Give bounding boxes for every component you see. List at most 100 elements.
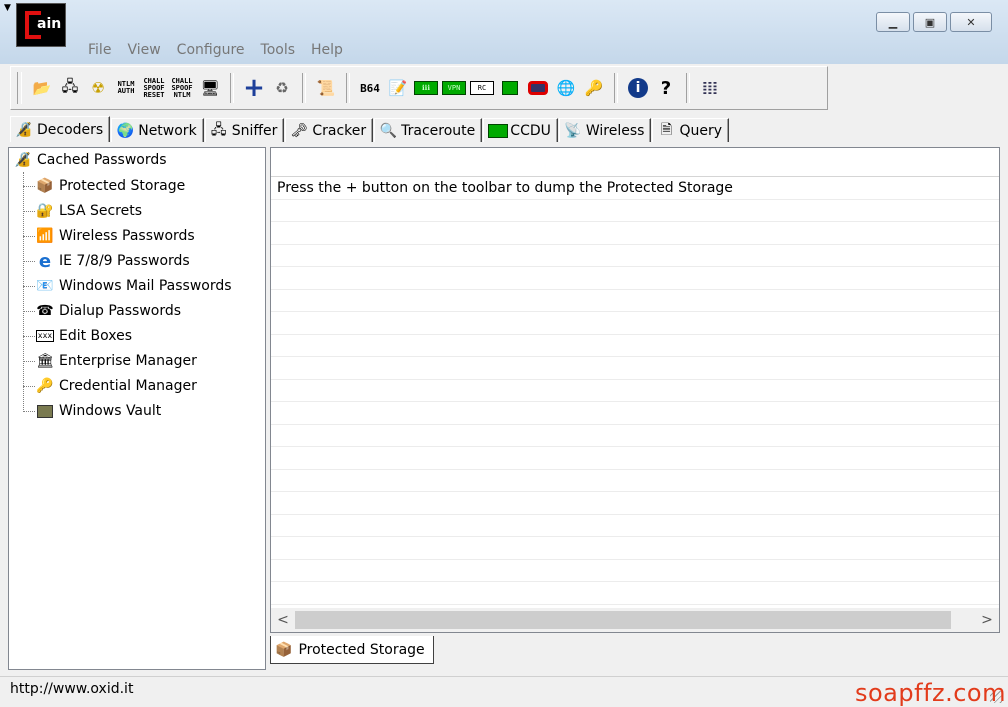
menu-file[interactable]: File bbox=[80, 40, 119, 62]
list-header[interactable] bbox=[271, 148, 999, 177]
restore-button[interactable]: ▣ bbox=[913, 12, 947, 32]
table-row bbox=[271, 515, 999, 537]
ntlm-auth-icon: NTLM AUTH bbox=[117, 80, 135, 95]
table-row bbox=[271, 222, 999, 245]
chall-spoof-reset-button[interactable]: CHALL SPOOF RESET bbox=[141, 74, 167, 102]
title-bar: ▼ ain File View Configure Tools Help ▁ ▣… bbox=[0, 0, 1008, 64]
minimize-button[interactable]: ▁ bbox=[876, 12, 910, 32]
ccdu-icon bbox=[488, 123, 509, 138]
main-window: ▼ ain File View Configure Tools Help ▁ ▣… bbox=[0, 0, 1008, 707]
tab-label: Sniffer bbox=[231, 122, 278, 139]
vpn-button[interactable]: VPN bbox=[441, 74, 467, 102]
add-button[interactable]: + bbox=[241, 74, 267, 102]
tree-dash bbox=[23, 310, 35, 312]
tab-wireless[interactable]: 📡 Wireless bbox=[558, 118, 652, 142]
close-button[interactable]: ✕ bbox=[950, 12, 992, 32]
toolbar-separator bbox=[302, 73, 306, 103]
tree-dash bbox=[23, 235, 35, 237]
table-row bbox=[271, 312, 999, 335]
tree-item-label: Edit Boxes bbox=[59, 328, 133, 344]
help-icon: ? bbox=[660, 77, 672, 99]
tab-cracker[interactable]: 🗝 Cracker bbox=[285, 118, 374, 142]
recycle-button[interactable]: ♻ bbox=[269, 74, 295, 102]
tree-root-label: Cached Passwords bbox=[37, 152, 167, 168]
tree-item-protected-storage[interactable]: 📦 Protected Storage bbox=[23, 177, 185, 195]
open-folder-button[interactable]: 📂 bbox=[29, 74, 55, 102]
info-button[interactable]: i bbox=[625, 74, 651, 102]
exit-button[interactable]: 𝍖 bbox=[697, 74, 723, 102]
query-icon: 🗎 bbox=[660, 121, 673, 138]
chevron-right-icon: > bbox=[981, 612, 993, 628]
tab-label: Query bbox=[679, 122, 722, 139]
tree-item-enterprise-manager[interactable]: 🏛 Enterprise Manager bbox=[23, 352, 197, 370]
key-button[interactable]: 🔑 bbox=[581, 74, 607, 102]
network-card-button[interactable]: 🖧 bbox=[57, 74, 83, 102]
menu-help[interactable]: Help bbox=[303, 40, 351, 62]
table-row bbox=[271, 380, 999, 402]
list-message-row[interactable]: Press the + button on the toolbar to dum… bbox=[271, 177, 999, 200]
tree-item-windows-mail-passwords[interactable]: 📧 Windows Mail Passwords bbox=[23, 277, 232, 295]
tree-item-edit-boxes[interactable]: xxx Edit Boxes bbox=[23, 327, 132, 345]
tree-item-lsa-secrets[interactable]: 🔐 LSA Secrets bbox=[23, 202, 142, 220]
toolbar-grip[interactable] bbox=[17, 72, 22, 104]
chall-spoof-reset-icon: CHALL SPOOF RESET bbox=[143, 76, 165, 99]
tab-query[interactable]: 🗎 Query bbox=[652, 118, 729, 142]
edit-box-icon: xxx bbox=[35, 330, 55, 342]
base64-button[interactable]: B64 bbox=[357, 74, 383, 102]
tree-item-wireless-passwords[interactable]: 📶 Wireless Passwords bbox=[23, 227, 195, 245]
window-controls: ▁ ▣ ✕ bbox=[876, 12, 992, 32]
toolbar-separator bbox=[614, 73, 618, 103]
tree-dash bbox=[23, 185, 35, 187]
scroll-right-button[interactable]: > bbox=[975, 608, 999, 632]
tree-item-dialup-passwords[interactable]: ☎ Dialup Passwords bbox=[23, 302, 181, 320]
scroll-track[interactable] bbox=[295, 611, 975, 629]
system-menu-icon[interactable]: ▼ bbox=[4, 3, 14, 13]
toolbar: 📂 🖧 ☢ NTLM AUTH CHALL SPOOF RESET CHALL … bbox=[10, 66, 828, 110]
scroll-thumb[interactable] bbox=[295, 611, 951, 629]
hash-calc-button[interactable]: ℹℹℹ bbox=[413, 74, 439, 102]
tab-label: CCDU bbox=[510, 122, 551, 139]
tab-sniffer[interactable]: 🖧 Sniffer bbox=[204, 118, 285, 142]
tab-traceroute[interactable]: 🔍 Traceroute bbox=[374, 118, 483, 142]
windows-mail-icon: 📧 bbox=[36, 278, 54, 294]
scroll-left-button[interactable]: < bbox=[271, 608, 295, 632]
tab-decoders[interactable]: 🔏 Decoders bbox=[10, 116, 111, 142]
menu-tools[interactable]: Tools bbox=[253, 40, 304, 62]
tree-item-credential-manager[interactable]: 🔑 Credential Manager bbox=[23, 377, 197, 395]
radiation-button[interactable]: ☢ bbox=[85, 74, 111, 102]
table-row bbox=[271, 335, 999, 357]
horizontal-scrollbar[interactable]: < > bbox=[271, 608, 999, 632]
ntlm-auth-button[interactable]: NTLM AUTH bbox=[113, 74, 139, 102]
tab-protected-storage[interactable]: 📦 Protected Storage bbox=[270, 636, 434, 664]
restore-icon: ▣ bbox=[924, 15, 936, 29]
tab-label: Traceroute bbox=[401, 122, 476, 139]
table-row bbox=[271, 470, 999, 492]
chall-spoof-ntlm-button[interactable]: CHALL SPOOF NTLM bbox=[169, 74, 195, 102]
monitor-download-button[interactable]: 🖥 bbox=[197, 74, 223, 102]
tree-dash bbox=[23, 335, 35, 337]
tree-item-label: Enterprise Manager bbox=[59, 353, 197, 369]
note-icon: 📝 bbox=[388, 79, 408, 97]
table-row bbox=[271, 245, 999, 267]
globe-lock-button[interactable]: 🌐 bbox=[553, 74, 579, 102]
red-box-button[interactable] bbox=[525, 74, 551, 102]
tree-item-windows-vault[interactable]: Windows Vault bbox=[23, 402, 161, 420]
rc-button[interactable]: RC bbox=[469, 74, 495, 102]
table-row bbox=[271, 200, 999, 222]
menu-view[interactable]: View bbox=[119, 40, 168, 62]
tree-item-label: Wireless Passwords bbox=[59, 228, 195, 244]
results-list: Press the + button on the toolbar to dum… bbox=[270, 147, 1000, 633]
tree-item-ie-passwords[interactable]: e IE 7/8/9 Passwords bbox=[23, 251, 190, 272]
tab-network[interactable]: 🌍 Network bbox=[111, 118, 204, 142]
tree-root-cached-passwords[interactable]: 🔏 Cached Passwords bbox=[13, 152, 167, 168]
list-message: Press the + button on the toolbar to dum… bbox=[277, 179, 733, 196]
green-device-button[interactable] bbox=[497, 74, 523, 102]
menu-configure[interactable]: Configure bbox=[169, 40, 253, 62]
sniffer-icon: 🖧 bbox=[210, 121, 227, 138]
help-button[interactable]: ? bbox=[653, 74, 679, 102]
tab-ccdu[interactable]: CCDU bbox=[483, 118, 558, 142]
certificate-button[interactable]: 📜 bbox=[313, 74, 339, 102]
tree-dash bbox=[23, 360, 35, 362]
tab-label: Cracker bbox=[312, 122, 367, 139]
note-button[interactable]: 📝 bbox=[385, 74, 411, 102]
